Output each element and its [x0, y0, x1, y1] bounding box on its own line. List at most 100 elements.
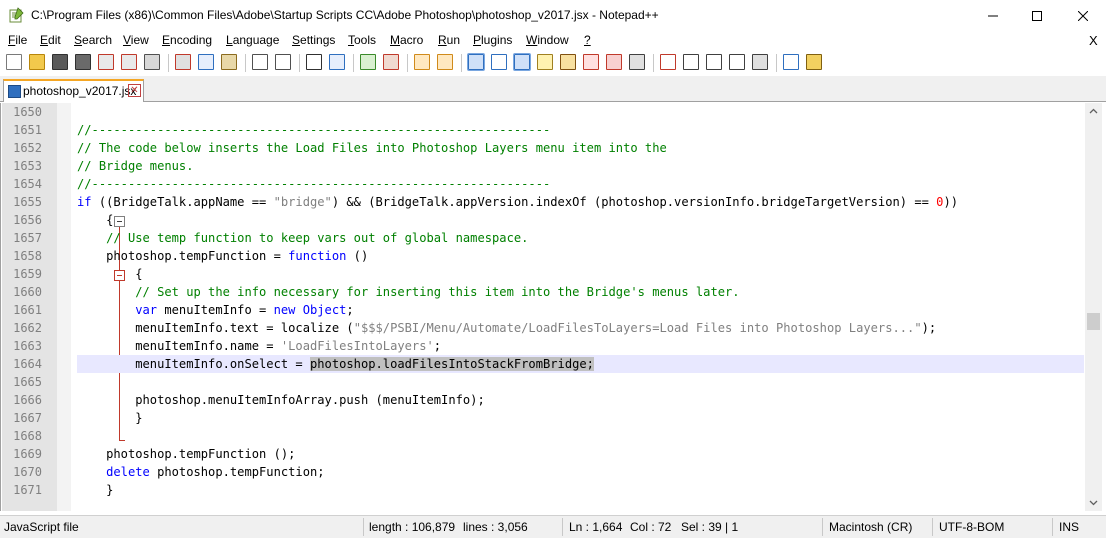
code-text: {: [77, 267, 143, 281]
maximize-button[interactable]: [1014, 0, 1060, 31]
code-line: 1656 {: [1, 211, 1085, 229]
menu-language[interactable]: Language: [226, 33, 279, 47]
text-selection: photoshop.loadFilesIntoStackFromBridge;: [310, 357, 594, 371]
line-number: 1661: [13, 303, 42, 317]
status-col: Col : 72: [630, 520, 672, 534]
line-number: 1654: [13, 177, 42, 191]
code-text: //--------------------------------------…: [77, 177, 551, 191]
line-number: 1671: [13, 483, 42, 497]
menu-plugins[interactable]: Plugins: [473, 33, 512, 47]
sync-horizontal-icon[interactable]: [437, 54, 453, 70]
sync-vertical-icon[interactable]: [414, 54, 430, 70]
line-number: 1670: [13, 465, 42, 479]
code-line: 1668: [1, 427, 1085, 445]
code-line: 1667 }: [1, 409, 1085, 427]
save-icon[interactable]: [52, 54, 68, 70]
code-text: menuItemInfo.text = localize ("$$$/PSBI/…: [77, 321, 937, 335]
status-eol: Macintosh (CR): [829, 520, 913, 534]
scroll-down-button[interactable]: [1085, 494, 1102, 511]
code-text: menuItemInfo.name = 'LoadFilesIntoLayers…: [77, 339, 442, 353]
line-number: 1659: [13, 267, 42, 281]
tab-close-icon[interactable]: ✕: [128, 84, 141, 97]
close-document-button[interactable]: X: [1089, 33, 1098, 48]
scroll-up-button[interactable]: [1085, 103, 1102, 120]
plugin-icon[interactable]: [806, 54, 822, 70]
scrollbar-thumb[interactable]: [1087, 313, 1100, 330]
word-wrap-icon[interactable]: [467, 53, 485, 71]
print-icon[interactable]: [144, 54, 160, 70]
line-number: 1665: [13, 375, 42, 389]
monitor-icon[interactable]: [629, 54, 645, 70]
status-length: length : 106,879: [369, 520, 456, 534]
record-macro-icon[interactable]: [660, 54, 676, 70]
line-number: 1667: [13, 411, 42, 425]
indent-guide-icon[interactable]: [513, 53, 531, 71]
code-editor[interactable]: 1650 1651 //------------------------------…: [0, 103, 1106, 511]
menu-help[interactable]: ?: [584, 33, 591, 47]
function-list-icon[interactable]: [583, 54, 599, 70]
vertical-scrollbar[interactable]: [1085, 103, 1102, 511]
menu-encoding[interactable]: Encoding: [162, 33, 212, 47]
status-sel: Sel : 39 | 1: [681, 520, 739, 534]
code-line: 1661 var menuItemInfo = new Object;: [1, 301, 1085, 319]
toolbar-separator: [299, 54, 300, 72]
code-line: 1652 // The code below inserts the Load F…: [1, 139, 1085, 157]
status-ln: Ln : 1,664: [569, 520, 623, 534]
menu-search[interactable]: Search: [74, 33, 112, 47]
stop-macro-icon[interactable]: [683, 54, 699, 70]
file-icon: [8, 85, 21, 98]
open-file-icon[interactable]: [29, 54, 45, 70]
cut-icon[interactable]: [175, 54, 191, 70]
chevron-down-icon: [1089, 500, 1098, 506]
menu-file[interactable]: File: [8, 33, 27, 47]
play-macro-icon[interactable]: [706, 54, 722, 70]
new-file-icon[interactable]: [6, 54, 22, 70]
doc-map-icon[interactable]: [560, 54, 576, 70]
tab-bar: photoshop_v2017.jsx ✕: [0, 76, 1106, 102]
user-lang-icon[interactable]: [537, 54, 553, 70]
show-all-chars-icon[interactable]: [491, 54, 507, 70]
minimize-button[interactable]: [970, 0, 1016, 31]
menu-tools[interactable]: Tools: [348, 33, 376, 47]
folder-workspace-icon[interactable]: [606, 54, 622, 70]
save-all-icon[interactable]: [75, 54, 91, 70]
close-button[interactable]: [1060, 0, 1106, 31]
menu-settings[interactable]: Settings: [292, 33, 335, 47]
redo-icon[interactable]: [275, 54, 291, 70]
close-icon: [1078, 10, 1088, 21]
tab-photoshop-v2017[interactable]: photoshop_v2017.jsx ✕: [3, 79, 144, 102]
find-icon[interactable]: [306, 54, 322, 70]
code-text: }: [77, 483, 114, 497]
status-file-type: JavaScript file: [4, 520, 79, 534]
code-line: 1665: [1, 373, 1085, 391]
spellcheck-icon[interactable]: [783, 54, 799, 70]
close-file-icon[interactable]: [98, 54, 114, 70]
code-text: delete photoshop.tempFunction;: [106, 465, 325, 479]
toolbar-separator: [168, 54, 169, 72]
menu-view[interactable]: View: [123, 33, 149, 47]
line-number: 1653: [13, 159, 42, 173]
paste-icon[interactable]: [221, 54, 237, 70]
replace-icon[interactable]: [329, 54, 345, 70]
code-text: // Bridge menus.: [77, 159, 194, 173]
run-macro-multiple-icon[interactable]: [729, 54, 745, 70]
title-bar: C:\Program Files (x86)\Common Files\Adob…: [0, 0, 1106, 31]
close-all-icon[interactable]: [121, 54, 137, 70]
zoom-out-icon[interactable]: [383, 54, 399, 70]
minimize-icon: [988, 15, 998, 16]
code-text: //--------------------------------------…: [77, 123, 551, 137]
menu-window[interactable]: Window: [526, 33, 569, 47]
line-number: 1669: [13, 447, 42, 461]
menu-macro[interactable]: Macro: [390, 33, 423, 47]
menu-run[interactable]: Run: [438, 33, 460, 47]
menu-edit[interactable]: Edit: [40, 33, 61, 47]
copy-icon[interactable]: [198, 54, 214, 70]
save-macro-icon[interactable]: [752, 54, 768, 70]
line-number: 1664: [13, 357, 42, 371]
zoom-in-icon[interactable]: [360, 54, 376, 70]
tab-label: photoshop_v2017.jsx: [23, 84, 137, 98]
line-number: 1650: [13, 105, 42, 119]
toolbar: [0, 51, 1106, 75]
undo-icon[interactable]: [252, 54, 268, 70]
code-line: 1653 // Bridge menus.: [1, 157, 1085, 175]
